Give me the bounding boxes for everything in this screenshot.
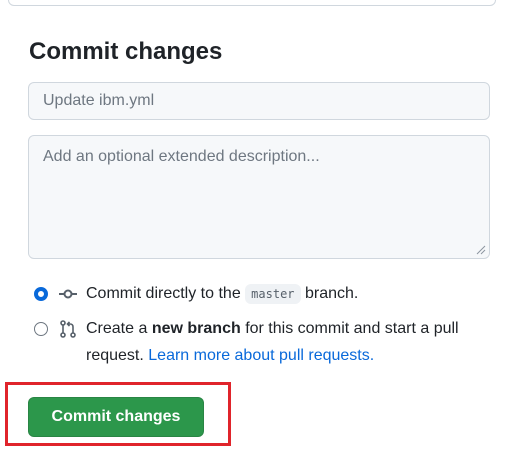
git-commit-icon [59, 289, 77, 299]
commit-direct-label: Commit directly to the master branch. [86, 284, 359, 304]
learn-more-pull-requests-link[interactable]: Learn more about pull requests. [148, 347, 374, 364]
commit-direct-option[interactable]: Commit directly to the master branch. [32, 280, 358, 308]
previous-panel-edge [8, 0, 496, 6]
commit-summary-input[interactable] [28, 82, 490, 120]
commit-changes-button[interactable]: Commit changes [28, 397, 204, 437]
commit-description-textarea[interactable] [28, 135, 490, 259]
commit-title: Commit changes [29, 38, 223, 65]
branch-name-badge: master [245, 284, 301, 304]
resize-grip-icon[interactable] [476, 245, 486, 255]
new-branch-option[interactable]: Create a new branch for this commit and … [32, 315, 472, 369]
new-branch-radio[interactable] [34, 322, 48, 336]
git-pull-request-icon [60, 320, 76, 338]
commit-direct-radio[interactable] [34, 287, 48, 301]
new-branch-label: Create a new branch for this commit and … [86, 320, 459, 364]
